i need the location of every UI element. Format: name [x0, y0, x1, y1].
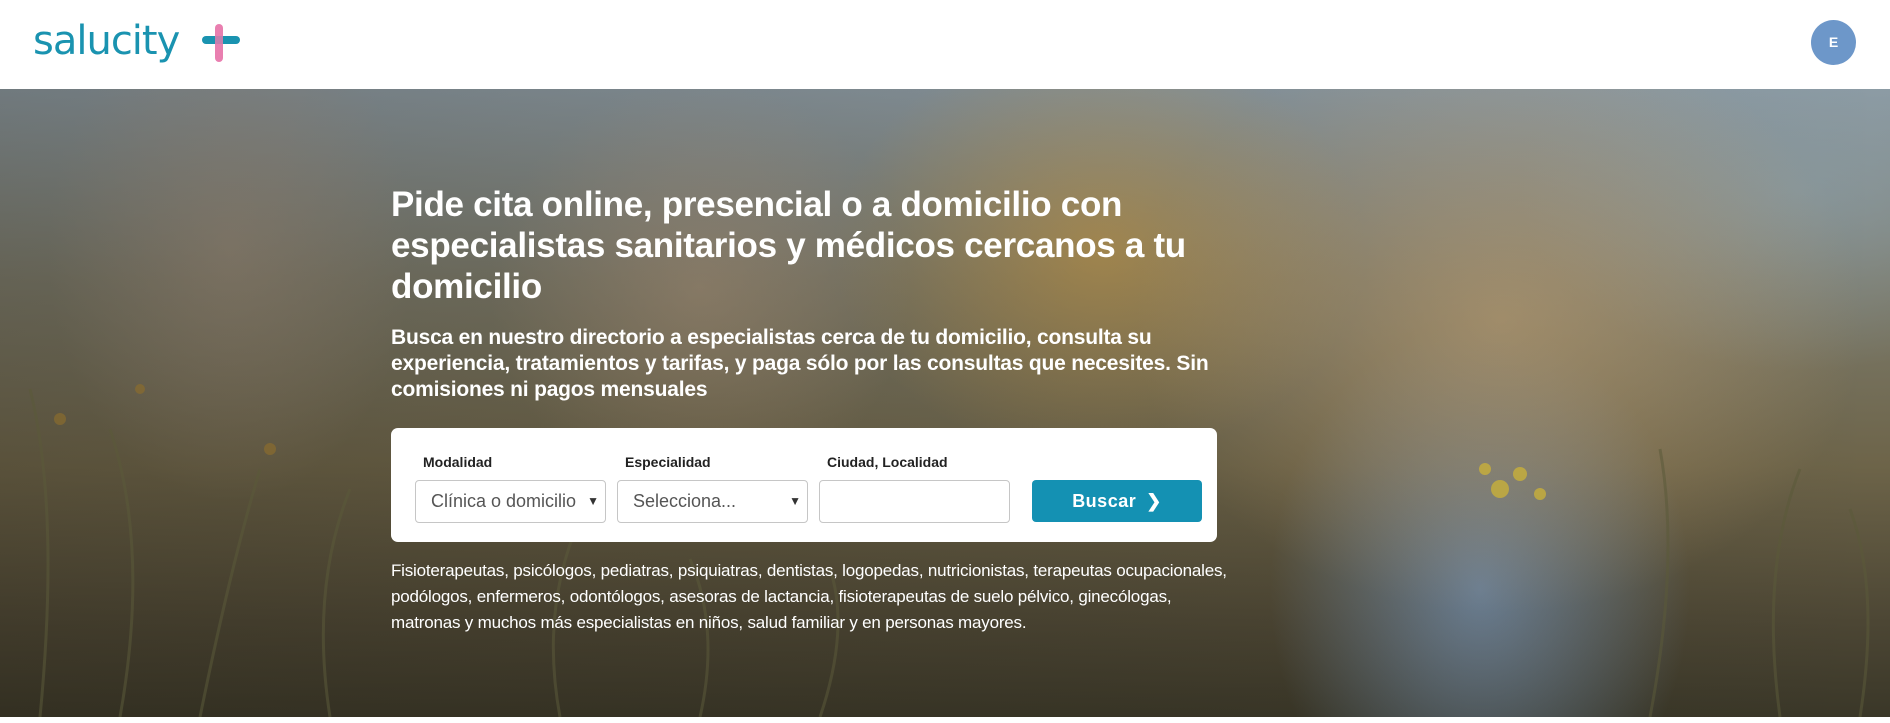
especialidad-select[interactable]: Selecciona... ▼: [617, 480, 808, 523]
specialties-description: Fisioterapeutas, psicólogos, pediatras, …: [391, 561, 1227, 632]
modalidad-select[interactable]: Clínica o domicilio ▼: [415, 480, 606, 523]
salucity-logo[interactable]: salucity: [33, 16, 245, 68]
user-avatar[interactable]: E: [1811, 20, 1856, 65]
hero-title: Pide cita online, presencial o a domicil…: [391, 185, 1186, 306]
modalidad-value: Clínica o domicilio: [431, 491, 577, 511]
chevron-down-icon: ▼: [789, 494, 801, 508]
ciudad-label: Ciudad, Localidad: [827, 454, 948, 470]
page-bottom: [0, 717, 1890, 723]
search-button-label: Buscar: [1072, 491, 1137, 511]
search-form: Modalidad Clínica o domicilio ▼ Especial…: [391, 428, 1217, 542]
especialidad-value: Selecciona...: [633, 491, 737, 511]
chevron-right-icon: ❯: [1146, 491, 1162, 511]
site-header: salucity E: [0, 0, 1890, 89]
plus-cross-icon: [202, 24, 240, 62]
logo-text: salucity: [33, 18, 180, 64]
especialidad-label: Especialidad: [625, 454, 711, 470]
ciudad-input[interactable]: [819, 480, 1010, 523]
chevron-down-icon: ▼: [587, 494, 599, 508]
search-button[interactable]: Buscar ❯: [1032, 480, 1202, 522]
hero-banner: Pide cita online, presencial o a domicil…: [0, 89, 1890, 717]
hero-subtitle: Busca en nuestro directorio a especialis…: [391, 326, 1209, 401]
modalidad-label: Modalidad: [423, 454, 493, 470]
